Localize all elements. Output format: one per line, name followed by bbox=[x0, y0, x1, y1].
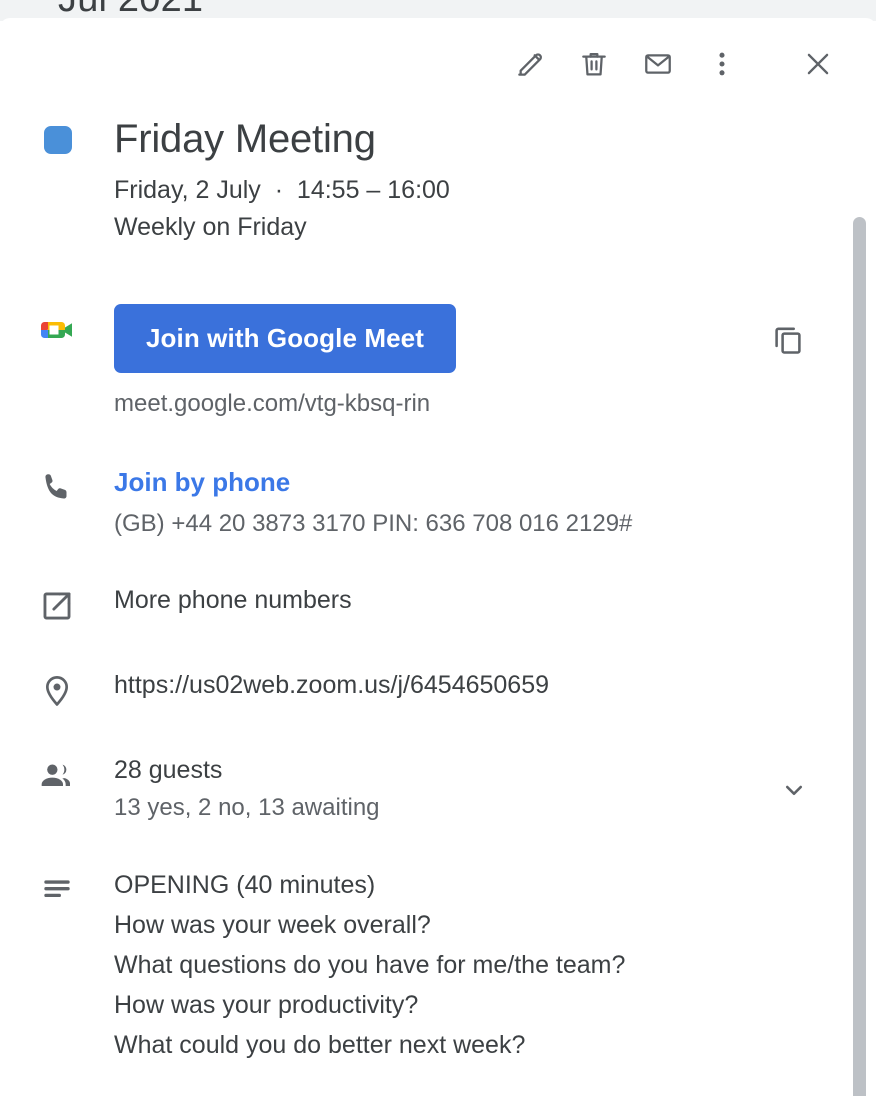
trash-icon bbox=[578, 48, 610, 80]
event-detail-card: Friday Meeting Friday, 2 July · 14:55 – … bbox=[0, 18, 876, 1096]
pencil-icon bbox=[514, 48, 546, 80]
event-datetime: Friday, 2 July · 14:55 – 16:00 bbox=[114, 176, 450, 204]
event-title-row: Friday Meeting Friday, 2 July · 14:55 – … bbox=[0, 114, 876, 246]
phone-gutter bbox=[0, 465, 114, 541]
close-button[interactable] bbox=[786, 34, 850, 94]
guest-count-label: 28 guests bbox=[114, 756, 223, 784]
event-color-gutter bbox=[0, 114, 114, 246]
copy-icon bbox=[770, 321, 806, 360]
chevron-down-icon bbox=[779, 775, 809, 808]
guests-main: 28 guests 13 yes, 2 no, 13 awaiting bbox=[114, 753, 876, 825]
close-icon bbox=[801, 47, 835, 81]
phone-info-block: Join by phone (GB) +44 20 3873 3170 PIN:… bbox=[114, 465, 632, 541]
location-row: https://us02web.zoom.us/j/6454650659 bbox=[0, 668, 876, 715]
more-phone-numbers-label[interactable]: More phone numbers bbox=[114, 583, 352, 630]
event-details-popup: Jul 2021 bbox=[0, 0, 876, 1096]
copy-conferencing-info-button[interactable] bbox=[764, 316, 812, 364]
description-lines-icon bbox=[38, 869, 76, 1096]
event-recurrence: Weekly on Friday bbox=[114, 213, 307, 241]
scrollbar-thumb[interactable] bbox=[853, 217, 866, 1096]
google-meet-main: Join with Google Meet meet.google.com/vt… bbox=[114, 304, 876, 421]
expand-guest-list-button[interactable] bbox=[774, 771, 814, 811]
location-pin-icon bbox=[38, 672, 76, 715]
phone-number-text: (GB) +44 20 3873 3170 PIN: 636 708 016 2… bbox=[114, 510, 633, 537]
phone-icon bbox=[38, 469, 76, 541]
google-meet-icon bbox=[35, 308, 79, 421]
guest-rsvp-status: 13 yes, 2 no, 13 awaiting bbox=[114, 794, 380, 821]
open-in-new-icon bbox=[38, 587, 76, 630]
event-toolbar bbox=[498, 34, 850, 94]
page-title: Friday Meeting bbox=[114, 117, 376, 161]
description-row: OPENING (40 minutes) How was your week o… bbox=[0, 865, 876, 1096]
guests-row: 28 guests 13 yes, 2 no, 13 awaiting bbox=[0, 753, 876, 825]
more-numbers-gutter bbox=[0, 583, 114, 630]
email-guests-button[interactable] bbox=[626, 34, 690, 94]
more-options-button[interactable] bbox=[690, 34, 754, 94]
delete-event-button[interactable] bbox=[562, 34, 626, 94]
join-by-phone-link[interactable]: Join by phone bbox=[114, 465, 290, 499]
join-with-google-meet-button[interactable]: Join with Google Meet bbox=[114, 304, 456, 373]
location-link[interactable]: https://us02web.zoom.us/j/6454650659 bbox=[114, 668, 549, 715]
envelope-icon bbox=[642, 48, 674, 80]
guests-gutter bbox=[0, 753, 114, 825]
event-title-block: Friday Meeting Friday, 2 July · 14:55 – … bbox=[114, 114, 450, 246]
location-gutter bbox=[0, 668, 114, 715]
event-color-chip bbox=[43, 126, 72, 154]
description-gutter bbox=[0, 865, 114, 1096]
google-meet-gutter bbox=[0, 304, 114, 421]
more-phone-numbers-row[interactable]: More phone numbers bbox=[0, 583, 876, 630]
people-icon bbox=[37, 757, 77, 825]
event-description: OPENING (40 minutes) How was your week o… bbox=[114, 871, 626, 1059]
event-content: Friday Meeting Friday, 2 July · 14:55 – … bbox=[0, 94, 876, 1096]
scrollbar-track[interactable] bbox=[853, 112, 876, 1096]
vertical-dots-icon bbox=[706, 48, 738, 80]
edit-event-button[interactable] bbox=[498, 34, 562, 94]
join-by-phone-row: Join by phone (GB) +44 20 3873 3170 PIN:… bbox=[0, 465, 876, 541]
google-meet-row: Join with Google Meet meet.google.com/vt… bbox=[0, 304, 876, 421]
meet-link-text[interactable]: meet.google.com/vtg-kbsq-rin bbox=[114, 387, 876, 421]
